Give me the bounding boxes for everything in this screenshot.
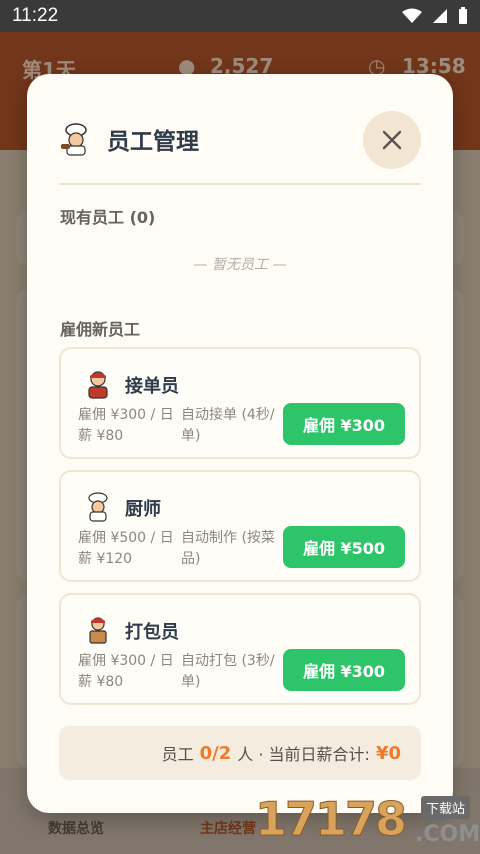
packer-icon bbox=[89, 617, 107, 644]
empty-staff-note: — 暂无员工 — bbox=[193, 257, 287, 273]
staff-description: 自动制作 (按菜品) bbox=[181, 530, 275, 567]
status-bar: 11:22 bbox=[0, 0, 480, 32]
watermark-sub: .COM bbox=[415, 822, 480, 847]
hire-section-label: 雇佣新员工 bbox=[60, 320, 141, 339]
waiter-icon bbox=[88, 371, 108, 399]
staff-cost: 雇佣 ¥300 / 日薪 ¥80 bbox=[78, 407, 174, 444]
status-time: 11:22 bbox=[12, 5, 59, 26]
staff-management-modal: 员工管理 现有员工 (0) — 暂无员工 — 雇佣新员工 接单员 雇佣 ¥300… bbox=[27, 74, 453, 813]
watermark-main: 17178 bbox=[254, 792, 407, 847]
summary-staff-count: 0/2 bbox=[199, 742, 232, 764]
staff-cost: 雇佣 ¥500 / 日薪 ¥120 bbox=[78, 530, 174, 567]
staff-name: 厨师 bbox=[125, 499, 161, 520]
staff-card-order-taker: 接单员 雇佣 ¥300 / 日薪 ¥80 自动接单 (4秒/单) 雇佣 ¥300 bbox=[59, 347, 421, 459]
staff-cost: 雇佣 ¥300 / 日薪 ¥80 bbox=[78, 653, 174, 690]
staff-card-chef: 厨师 雇佣 ¥500 / 日薪 ¥120 自动制作 (按菜品) 雇佣 ¥500 bbox=[59, 470, 421, 582]
hire-order-taker-button[interactable]: 雇佣 ¥300 bbox=[283, 403, 405, 445]
staff-summary: 员工 0/2 人 · 当前日薪合计: ¥0 bbox=[59, 726, 421, 780]
close-button[interactable] bbox=[363, 111, 421, 169]
staff-description: 自动打包 (3秒/单) bbox=[181, 653, 275, 690]
chef-icon bbox=[88, 492, 108, 522]
summary-staff-label: 员工 bbox=[161, 745, 194, 764]
staff-name: 接单员 bbox=[125, 376, 179, 397]
summary-rest-label: 人 · 当前日薪合计: bbox=[237, 745, 370, 764]
header-divider bbox=[59, 183, 421, 185]
wifi-icon bbox=[402, 8, 422, 23]
modal-title: 员工管理 bbox=[107, 129, 199, 155]
modal-header: 员工管理 bbox=[59, 122, 199, 156]
battery-icon bbox=[459, 7, 467, 24]
watermark-tag: 下载站 bbox=[421, 796, 471, 819]
current-staff-label: 现有员工 (0) bbox=[60, 208, 156, 227]
status-icons bbox=[402, 7, 468, 25]
staff-card-packer: 打包员 雇佣 ¥300 / 日薪 ¥80 自动打包 (3秒/单) 雇佣 ¥300 bbox=[59, 593, 421, 705]
summary-total-wage: ¥0 bbox=[375, 742, 401, 764]
staff-description: 自动接单 (4秒/单) bbox=[181, 407, 275, 444]
site-watermark: 17178 .COM 下载站 bbox=[254, 790, 480, 854]
hire-chef-button[interactable]: 雇佣 ¥500 bbox=[283, 526, 405, 568]
signal-icon bbox=[433, 9, 447, 23]
chef-icon bbox=[61, 123, 87, 156]
hire-packer-button[interactable]: 雇佣 ¥300 bbox=[283, 649, 405, 691]
staff-name: 打包员 bbox=[125, 622, 179, 643]
close-icon bbox=[382, 130, 402, 150]
